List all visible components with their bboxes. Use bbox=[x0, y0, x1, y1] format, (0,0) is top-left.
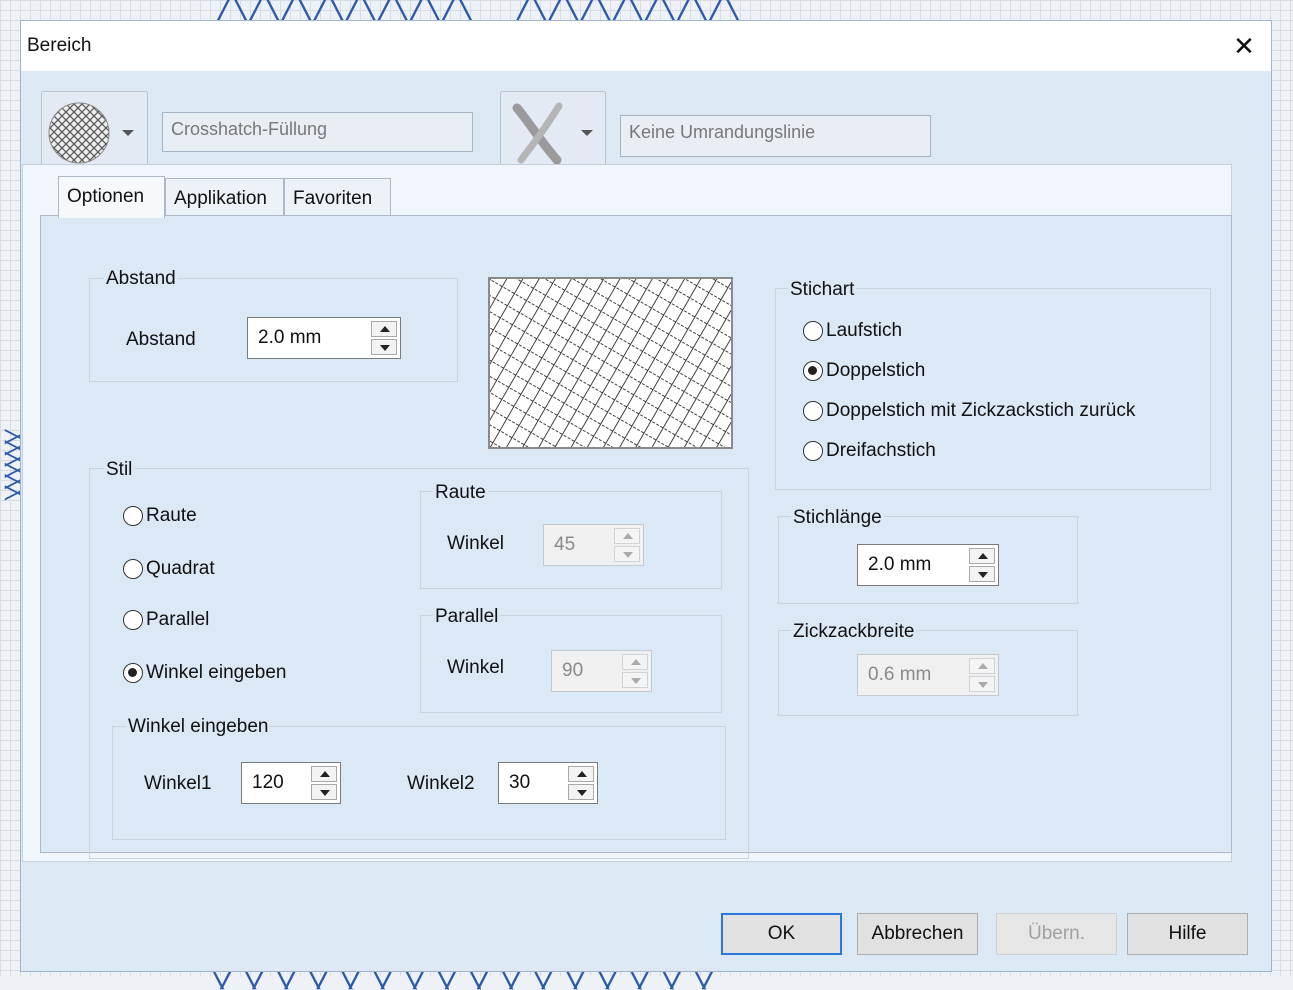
close-icon[interactable]: ✕ bbox=[1227, 29, 1261, 63]
spin-down-icon[interactable] bbox=[969, 676, 995, 692]
ok-button[interactable]: OK bbox=[721, 913, 842, 955]
zickzackbreite-value: 0.6 mm bbox=[868, 664, 932, 685]
parallel-winkel-label: Winkel bbox=[447, 657, 505, 678]
stichlaenge-value: 2.0 mm bbox=[868, 554, 932, 575]
radio-winkel-eingeben[interactable]: Winkel eingeben bbox=[123, 662, 286, 684]
spin-up-icon[interactable] bbox=[614, 528, 640, 544]
cancel-button[interactable]: Abbrechen bbox=[857, 913, 978, 955]
dialog-title: Bereich bbox=[27, 35, 92, 56]
radio-doppelstich[interactable]: Doppelstich bbox=[803, 360, 925, 382]
spin-down-icon[interactable] bbox=[614, 546, 640, 562]
apply-button[interactable]: Übern. bbox=[996, 913, 1117, 955]
radio-indicator bbox=[123, 663, 143, 683]
winkel2-label: Winkel2 bbox=[407, 773, 475, 794]
crosshatch-preview-pattern bbox=[490, 279, 731, 447]
tab-favoriten[interactable]: Favoriten bbox=[284, 178, 391, 216]
winkel2-value: 30 bbox=[509, 772, 531, 793]
stichlaenge-group-label: Stichlänge bbox=[791, 507, 884, 529]
tab-optionen[interactable]: Optionen bbox=[58, 176, 165, 218]
radio-quadrat[interactable]: Quadrat bbox=[123, 558, 215, 580]
raute-winkel-spinbox[interactable]: 45 bbox=[543, 524, 644, 566]
tab-applikation[interactable]: Applikation bbox=[165, 178, 284, 216]
abstand-value: 2.0 mm bbox=[258, 327, 322, 348]
spin-up-icon[interactable] bbox=[311, 766, 337, 782]
spin-up-icon[interactable] bbox=[568, 766, 594, 782]
radio-indicator bbox=[123, 506, 143, 526]
stil-group-label: Stil bbox=[104, 459, 135, 481]
outline-type-dropdown-button[interactable] bbox=[500, 91, 606, 174]
spin-up-icon[interactable] bbox=[969, 548, 995, 564]
spin-down-icon[interactable] bbox=[371, 339, 397, 355]
winkel2-spinbox[interactable]: 30 bbox=[498, 762, 598, 804]
radio-parallel[interactable]: Parallel bbox=[123, 609, 209, 631]
chevron-down-icon bbox=[122, 130, 134, 136]
stichart-group-label: Stichart bbox=[788, 279, 857, 301]
parallel-winkel-value: 90 bbox=[562, 660, 584, 681]
chevron-down-icon bbox=[581, 130, 593, 136]
abstand-spinbox[interactable]: 2.0 mm bbox=[247, 317, 401, 359]
zickzackbreite-group-label: Zickzackbreite bbox=[791, 621, 917, 643]
radio-doppelstich-zickzack-zurueck[interactable]: Doppelstich mit Zickzackstich zurück bbox=[803, 400, 1135, 422]
spin-up-icon[interactable] bbox=[969, 658, 995, 674]
outline-type-name: Keine Umrandungslinie bbox=[620, 115, 931, 157]
radio-raute[interactable]: Raute bbox=[123, 505, 197, 527]
stichlaenge-spinbox[interactable]: 2.0 mm bbox=[857, 544, 999, 586]
spin-up-icon[interactable] bbox=[622, 654, 648, 670]
radio-indicator bbox=[123, 559, 143, 579]
radio-indicator bbox=[803, 321, 823, 341]
raute-winkel-value: 45 bbox=[554, 534, 576, 555]
abstand-label: Abstand bbox=[126, 329, 196, 350]
winkel1-value: 120 bbox=[252, 772, 284, 793]
radio-indicator bbox=[803, 361, 823, 381]
winkel1-label: Winkel1 bbox=[144, 773, 212, 794]
winkel-eingeben-group-label: Winkel eingeben bbox=[126, 716, 271, 738]
spin-down-icon[interactable] bbox=[311, 784, 337, 800]
fill-preview bbox=[488, 277, 733, 449]
parallel-group-label: Parallel bbox=[433, 606, 501, 628]
fill-type-dropdown-button[interactable] bbox=[41, 91, 148, 174]
help-button[interactable]: Hilfe bbox=[1127, 913, 1248, 955]
raute-winkel-label: Winkel bbox=[447, 533, 505, 554]
spin-down-icon[interactable] bbox=[969, 566, 995, 582]
radio-indicator bbox=[803, 441, 823, 461]
radio-indicator bbox=[123, 610, 143, 630]
abstand-group-label: Abstand bbox=[104, 268, 178, 290]
radio-dreifachstich[interactable]: Dreifachstich bbox=[803, 440, 936, 462]
no-outline-icon bbox=[512, 102, 563, 164]
crosshatch-fill-icon bbox=[48, 102, 110, 164]
radio-indicator bbox=[803, 401, 823, 421]
fill-type-name: Crosshatch-Füllung bbox=[162, 112, 473, 152]
radio-laufstich[interactable]: Laufstich bbox=[803, 320, 902, 342]
spin-down-icon[interactable] bbox=[568, 784, 594, 800]
parallel-winkel-spinbox[interactable]: 90 bbox=[551, 650, 652, 692]
dialog-titlebar: Bereich ✕ bbox=[21, 21, 1271, 71]
zickzackbreite-spinbox[interactable]: 0.6 mm bbox=[857, 654, 999, 696]
winkel1-spinbox[interactable]: 120 bbox=[241, 762, 341, 804]
raute-group-label: Raute bbox=[433, 482, 488, 504]
spin-up-icon[interactable] bbox=[371, 321, 397, 337]
spin-down-icon[interactable] bbox=[622, 672, 648, 688]
